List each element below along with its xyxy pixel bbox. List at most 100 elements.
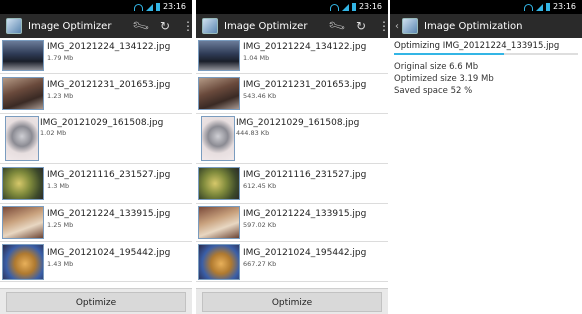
image-thumbnail [2,167,44,200]
app-logo-icon[interactable] [402,18,418,34]
signal-icon [146,4,153,11]
file-name: IMG_20121231_201653.jpg [47,80,171,90]
list-item[interactable]: IMG_20121029_161508.jpg 1.02 Mb [0,114,192,164]
image-thumbnail [2,40,44,71]
file-size: 543.46 Kb [243,92,277,100]
file-size: 1.25 Mb [47,221,74,229]
optimization-results: Original size 6.6 Mb Optimized size 3.19… [390,61,582,97]
signal-icon [536,4,543,11]
bottom-bar: Optimize [196,288,388,314]
saved-space-text: Saved space 52 % [394,86,473,96]
screenshot-collage: 23:16 Image Optimizer 🔧︎ ↻ ⋮ IMG_2012122… [0,0,582,314]
image-thumbnail [198,77,240,110]
action-bar: ‹ Image Optimization [390,14,582,38]
wrench-icon[interactable]: 🔧︎ [128,12,153,40]
back-chevron-icon[interactable]: ‹ [395,21,399,32]
file-size: 597.02 Kb [243,221,277,229]
original-size-text: Original size 6.6 Mb [394,62,479,72]
image-list[interactable]: IMG_20121224_134122.jpg 1.04 Mb IMG_2012… [196,38,388,288]
app-title: Image Optimizer [28,20,112,32]
image-thumbnail [198,244,240,280]
list-item[interactable]: IMG_20121116_231527.jpg 612.45 Kb [196,164,388,204]
status-time: 23:16 [552,2,576,11]
status-icons [330,3,356,11]
optimizing-header: Optimizing IMG_20121224_133915.jpg [394,41,560,51]
list-item[interactable]: IMG_20121224_133915.jpg 597.02 Kb [196,204,388,242]
image-thumbnail [5,116,39,161]
wifi-icon [134,4,143,11]
battery-icon [352,3,356,11]
file-name: IMG_20121116_231527.jpg [243,170,367,180]
bottom-bar: Optimize [0,288,192,314]
image-thumbnail [2,244,44,280]
file-name: IMG_20121024_195442.jpg [47,248,171,258]
battery-icon [156,3,160,11]
file-name: IMG_20121231_201653.jpg [243,80,367,90]
app-title: Image Optimizer [224,20,308,32]
list-item[interactable]: IMG_20121224_133915.jpg 1.25 Mb [0,204,192,242]
refresh-icon[interactable]: ↻ [160,14,170,38]
file-size: 612.45 Kb [243,182,277,190]
file-size: 1.3 Mb [47,182,70,190]
file-size: 1.04 Mb [243,54,270,62]
list-item[interactable]: IMG_20121024_195442.jpg 667.27 Kb [196,242,388,282]
phone-screen-list-after: 23:16 Image Optimizer 🔧︎ ↻ ⋮ IMG_2012122… [196,0,388,314]
optimize-button[interactable]: Optimize [202,291,382,312]
list-item[interactable]: IMG_20121116_231527.jpg 1.3 Mb [0,164,192,204]
file-size: 1.02 Mb [40,129,67,137]
file-name: IMG_20121224_133915.jpg [47,209,171,219]
file-name: IMG_20121029_161508.jpg [40,118,164,128]
wifi-icon [330,4,339,11]
file-name: IMG_20121224_134122.jpg [243,42,367,52]
app-logo-icon[interactable] [202,18,218,34]
overflow-menu-icon[interactable]: ⋮ [378,14,388,38]
file-name: IMG_20121224_134122.jpg [47,42,171,52]
action-bar: Image Optimizer 🔧︎ ↻ ⋮ [0,14,192,38]
phone-screen-list-before: 23:16 Image Optimizer 🔧︎ ↻ ⋮ IMG_2012122… [0,0,192,314]
file-size: 667.27 Kb [243,260,277,268]
status-time: 23:16 [358,2,382,11]
file-name: IMG_20121224_133915.jpg [243,209,367,219]
file-size: 1.79 Mb [47,54,74,62]
file-size: 1.23 Mb [47,92,74,100]
file-name: IMG_20121029_161508.jpg [236,118,360,128]
progress-fill [394,53,505,55]
image-list[interactable]: IMG_20121224_134122.jpg 1.79 Mb IMG_2012… [0,38,192,288]
optimization-panel: Optimizing IMG_20121224_133915.jpg Origi… [390,38,582,314]
status-icons [134,3,160,11]
status-time: 23:16 [162,2,186,11]
signal-icon [342,4,349,11]
wifi-icon [524,4,533,11]
phone-screen-optimization: 23:16 ‹ Image Optimization Optimizing IM… [390,0,582,314]
list-item[interactable]: IMG_20121029_161508.jpg 444.83 Kb [196,114,388,164]
status-bar: 23:16 [196,0,388,14]
status-bar: 23:16 [0,0,192,14]
list-item[interactable]: IMG_20121024_195442.jpg 1.43 Mb [0,242,192,282]
list-item[interactable]: IMG_20121231_201653.jpg 543.46 Kb [196,74,388,114]
list-item[interactable]: IMG_20121231_201653.jpg 1.23 Mb [0,74,192,114]
file-size: 1.43 Mb [47,260,74,268]
action-bar-actions: 🔧︎ ↻ ⋮ [130,14,192,38]
image-thumbnail [198,40,240,71]
battery-icon [546,3,550,11]
app-title: Image Optimization [424,20,523,32]
overflow-menu-icon[interactable]: ⋮ [182,14,192,38]
image-thumbnail [198,167,240,200]
optimized-size-text: Optimized size 3.19 Mb [394,74,494,84]
file-name: IMG_20121024_195442.jpg [243,248,367,258]
action-bar-actions: 🔧︎ ↻ ⋮ [326,14,388,38]
refresh-icon[interactable]: ↻ [356,14,366,38]
optimize-button[interactable]: Optimize [6,291,186,312]
image-thumbnail [2,77,44,110]
wrench-icon[interactable]: 🔧︎ [324,12,349,40]
app-logo-icon[interactable] [6,18,22,34]
image-thumbnail [198,206,240,239]
progress-bar [394,53,578,55]
list-item[interactable]: IMG_20121224_134122.jpg 1.04 Mb [196,38,388,74]
action-bar: Image Optimizer 🔧︎ ↻ ⋮ [196,14,388,38]
status-bar: 23:16 [390,0,582,14]
image-thumbnail [201,116,235,161]
list-item[interactable]: IMG_20121224_134122.jpg 1.79 Mb [0,38,192,74]
file-name: IMG_20121116_231527.jpg [47,170,171,180]
status-icons [524,3,550,11]
